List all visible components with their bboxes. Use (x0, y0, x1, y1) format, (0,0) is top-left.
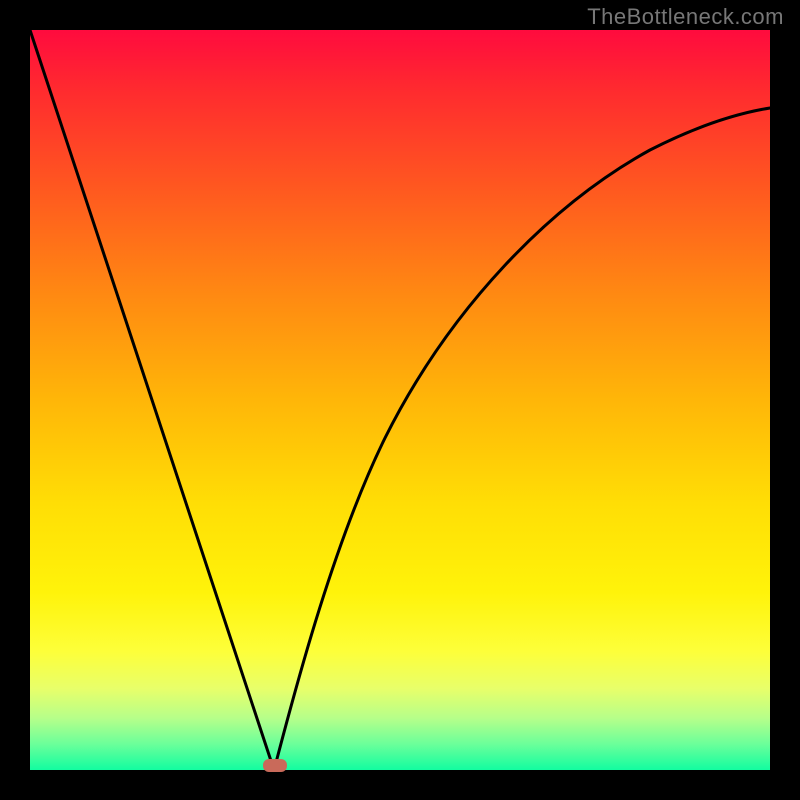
curve-left (30, 30, 274, 770)
curve-right (274, 108, 770, 770)
watermark-text: TheBottleneck.com (587, 4, 784, 30)
chart-svg (30, 30, 770, 770)
min-marker (263, 759, 287, 772)
plot-area (30, 30, 770, 770)
chart-frame: TheBottleneck.com (0, 0, 800, 800)
